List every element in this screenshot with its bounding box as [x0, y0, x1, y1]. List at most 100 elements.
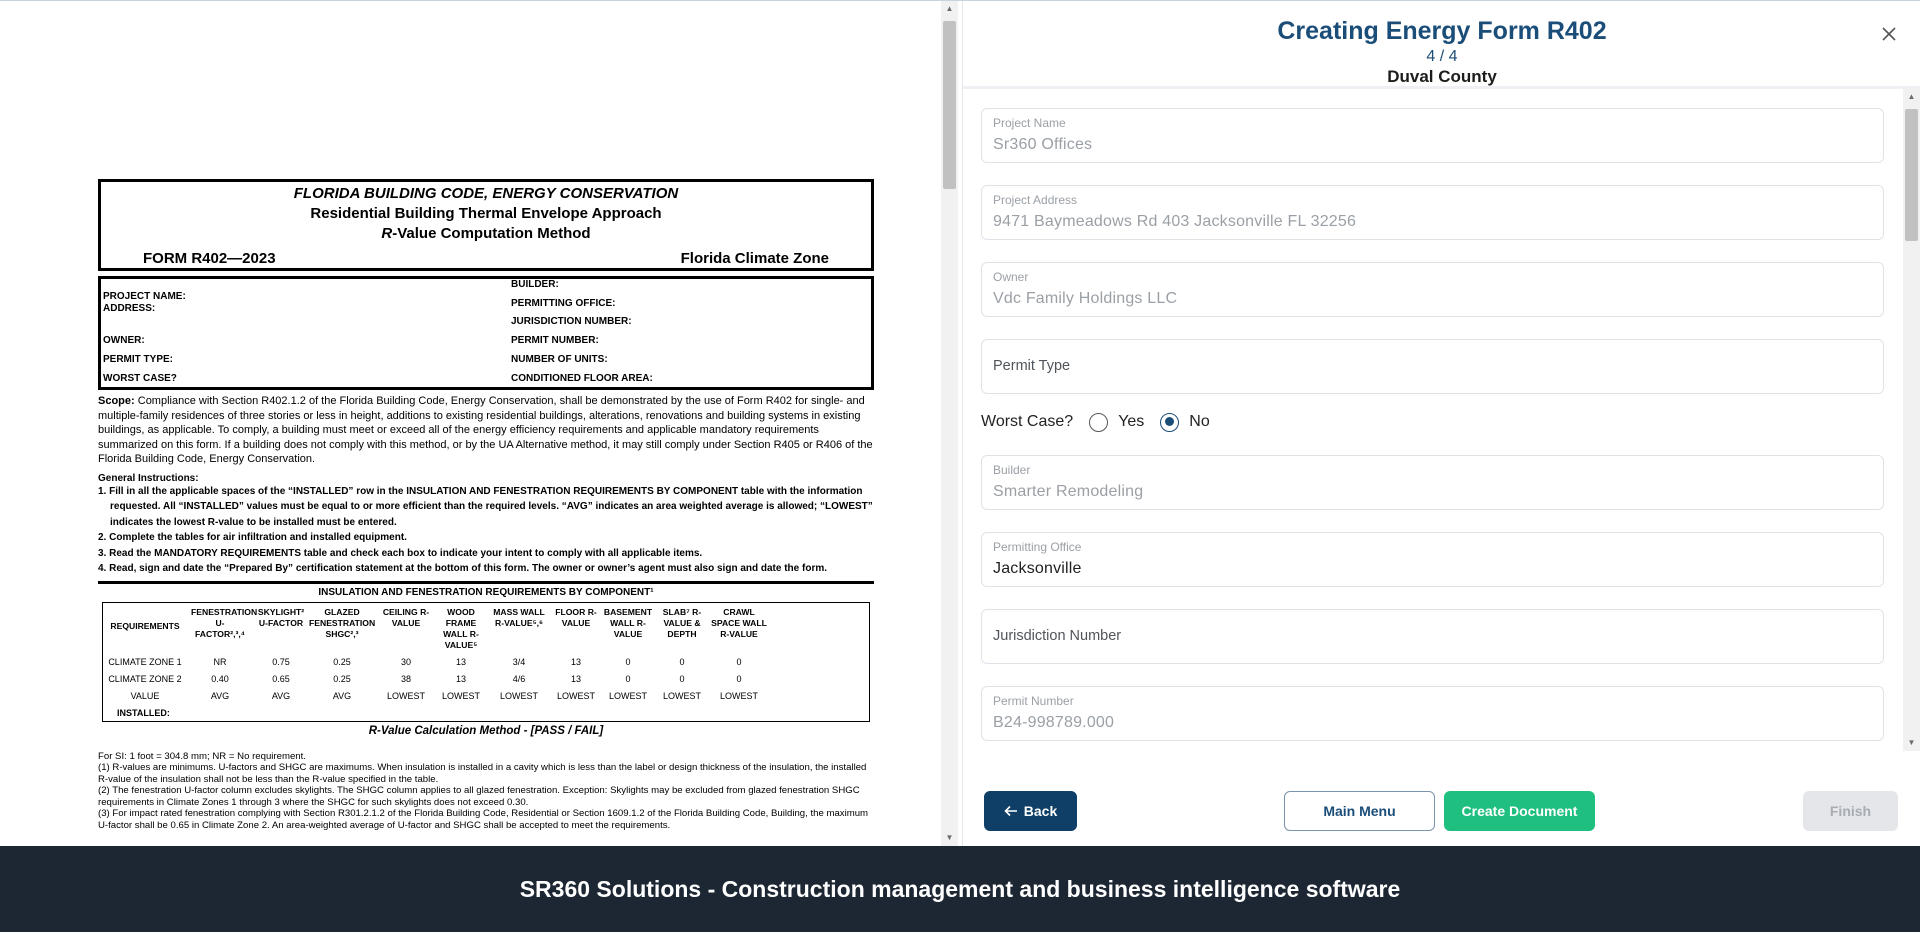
- worst-case-label: Worst Case?: [981, 413, 1074, 430]
- worst-case-yes-label[interactable]: Yes: [1118, 413, 1144, 431]
- finish-button[interactable]: Finish: [1803, 791, 1898, 831]
- instruction-item: 1. Fill in all the applicable spaces of …: [98, 485, 873, 528]
- form-wizard-panel: Creating Energy Form R402 4 / 4 Duval Co…: [962, 1, 1920, 846]
- table-cell: 0: [625, 656, 631, 667]
- scroll-thumb[interactable]: [943, 21, 956, 189]
- footnote: (2) The fenestration U-factor column exc…: [98, 785, 860, 808]
- field-placeholder: Jurisdiction Number: [993, 628, 1122, 644]
- table-header-cell: MASS WALL R-VALUE⁵,⁶: [493, 606, 545, 628]
- table-cell: 0.40: [211, 673, 229, 684]
- field-value: Jacksonville: [993, 560, 1082, 577]
- worst-case-radio-group: Worst Case? Yes No: [981, 410, 1210, 434]
- worst-case-no-radio[interactable]: [1160, 412, 1180, 432]
- footnote: (1) R-values are minimums. U-factors and…: [98, 762, 867, 785]
- table-cell: LOWEST: [662, 690, 701, 701]
- permit-number-field[interactable]: Permit Number B24-998789.000: [981, 686, 1884, 741]
- field-label: Project Address: [993, 193, 1078, 207]
- app-window: FLORIDA BUILDING CODE, ENERGY CONSERVATI…: [0, 0, 1920, 932]
- table-cell: 3/4: [512, 656, 526, 667]
- info-owner: OWNER:: [103, 335, 145, 346]
- table-header-cell: FENESTRATION U-FACTOR²,³,⁴: [191, 606, 258, 639]
- scroll-down-icon[interactable]: ▼: [1903, 735, 1920, 751]
- table-cell: 0: [679, 656, 685, 667]
- field-placeholder: Permit Type: [993, 358, 1071, 374]
- wizard-step-indicator: 4 / 4: [1426, 48, 1458, 65]
- arrow-left-icon: [1004, 805, 1017, 817]
- table-cell: LOWEST: [386, 690, 425, 701]
- table-cell: AVG: [332, 690, 352, 701]
- table-cell: 0: [736, 673, 742, 684]
- info-permit-number: PERMIT NUMBER:: [511, 335, 599, 346]
- document-preview[interactable]: FLORIDA BUILDING CODE, ENERGY CONSERVATI…: [0, 1, 962, 846]
- table-cell: LOWEST: [608, 690, 647, 701]
- wizard-footer: Back Main Menu Create Document Finish: [963, 753, 1920, 846]
- permitting-office-field[interactable]: Permitting Office Jacksonville: [981, 532, 1884, 587]
- table-cell: 13: [455, 656, 466, 667]
- table-cell: 38: [400, 673, 411, 684]
- wizard-header: Creating Energy Form R402 4 / 4 Duval Co…: [963, 1, 1920, 89]
- create-document-button[interactable]: Create Document: [1444, 791, 1595, 831]
- field-value: Sr360 Offices: [993, 136, 1093, 153]
- table-cell: LOWEST: [499, 690, 538, 701]
- scroll-up-icon[interactable]: ▲: [941, 1, 958, 17]
- owner-field[interactable]: Owner Vdc Family Holdings LLC: [981, 262, 1884, 317]
- jurisdiction-number-field[interactable]: Jurisdiction Number: [981, 609, 1884, 664]
- worst-case-no-label[interactable]: No: [1189, 413, 1209, 431]
- close-icon[interactable]: [1877, 23, 1901, 47]
- calc-method-title: R-Value Calculation Method - [PASS / FAI…: [368, 724, 604, 737]
- wizard-title: Creating Energy Form R402: [1277, 17, 1607, 45]
- worst-case-yes-radio[interactable]: [1089, 412, 1109, 432]
- wizard-scrollbar[interactable]: ▲ ▼: [1903, 89, 1920, 751]
- table-cell: LOWEST: [719, 690, 758, 701]
- table-cell: VALUE: [130, 690, 160, 701]
- table-cell: 13: [570, 673, 581, 684]
- builder-field[interactable]: Builder Smarter Remodeling: [981, 455, 1884, 510]
- table-cell: AVG: [271, 690, 291, 701]
- table-header-cell: FLOOR R-VALUE: [555, 606, 597, 628]
- table-cell: AVG: [210, 690, 230, 701]
- table-cell: 13: [570, 656, 581, 667]
- general-instructions-title: General Instructions:: [98, 472, 199, 484]
- table-cell: LOWEST: [441, 690, 480, 701]
- table-cell: 0: [625, 673, 631, 684]
- table-header-cell: SKYLIGHT² U-FACTOR: [257, 606, 305, 628]
- permit-type-field[interactable]: Permit Type: [981, 339, 1884, 394]
- wizard-county: Duval County: [1387, 67, 1497, 86]
- table-cell: 0.65: [272, 673, 290, 684]
- table-header-cell: WOOD FRAME WALL R-VALUE⁵: [443, 606, 479, 650]
- table-cell: 30: [400, 656, 411, 667]
- field-value: B24-998789.000: [993, 714, 1115, 731]
- field-value: Vdc Family Holdings LLC: [993, 290, 1178, 307]
- table-cell: NR: [213, 656, 227, 667]
- requirements-table: REQUIREMENTS FENESTRATION U-FACTOR²,³,⁴ SK…: [102, 601, 870, 722]
- instruction-item: 3. Read the MANDATORY REQUIREMENTS table…: [98, 547, 703, 559]
- project-address-field[interactable]: Project Address 9471 Baymeadows Rd 403 J…: [981, 185, 1884, 240]
- info-permit-type: PERMIT TYPE:: [103, 354, 174, 365]
- insulation-table-title: INSULATION AND FENESTRATION REQUIREMENTS…: [98, 580, 874, 598]
- main-menu-button[interactable]: Main Menu: [1284, 791, 1435, 831]
- project-name-field[interactable]: Project Name Sr360 Offices: [981, 108, 1884, 163]
- info-permitting-office: PERMITTING OFFICE:: [511, 298, 616, 309]
- document-scrollbar[interactable]: ▲ ▼: [941, 1, 958, 846]
- field-label: Builder: [993, 463, 1031, 477]
- scroll-down-icon[interactable]: ▼: [941, 830, 958, 846]
- scope-paragraph: Scope: Compliance with Section R402.1.2 …: [98, 395, 873, 466]
- field-value: 9471 Baymeadows Rd 403 Jacksonville FL 3…: [993, 213, 1357, 230]
- table-header-cell: GLAZED FENESTRATION SHGC²,³: [309, 606, 376, 639]
- info-builder: BUILDER:: [511, 279, 559, 290]
- back-button[interactable]: Back: [984, 791, 1077, 831]
- table-header-cell: SLAB⁷ R-VALUE & DEPTH: [662, 606, 702, 639]
- form-title-line1: FLORIDA BUILDING CODE, ENERGY CONSERVATI…: [293, 185, 679, 202]
- field-label: Permit Number: [993, 694, 1074, 708]
- climate-zone-label: Florida Climate Zone: [680, 250, 829, 267]
- table-cell: 4/6: [512, 673, 526, 684]
- field-label: Project Name: [993, 116, 1066, 130]
- table-cell: INSTALLED:: [117, 707, 170, 718]
- field-value: Smarter Remodeling: [993, 483, 1144, 500]
- scroll-thumb[interactable]: [1905, 109, 1918, 241]
- footer-banner: SR360 Solutions - Construction managemen…: [0, 846, 1920, 932]
- table-cell: 13: [455, 673, 466, 684]
- footnote: For SI: 1 foot = 304.8 mm; NR = No requi…: [98, 750, 306, 762]
- info-jurisdiction-number: JURISDICTION NUMBER:: [511, 316, 632, 327]
- scroll-up-icon[interactable]: ▲: [1903, 89, 1920, 105]
